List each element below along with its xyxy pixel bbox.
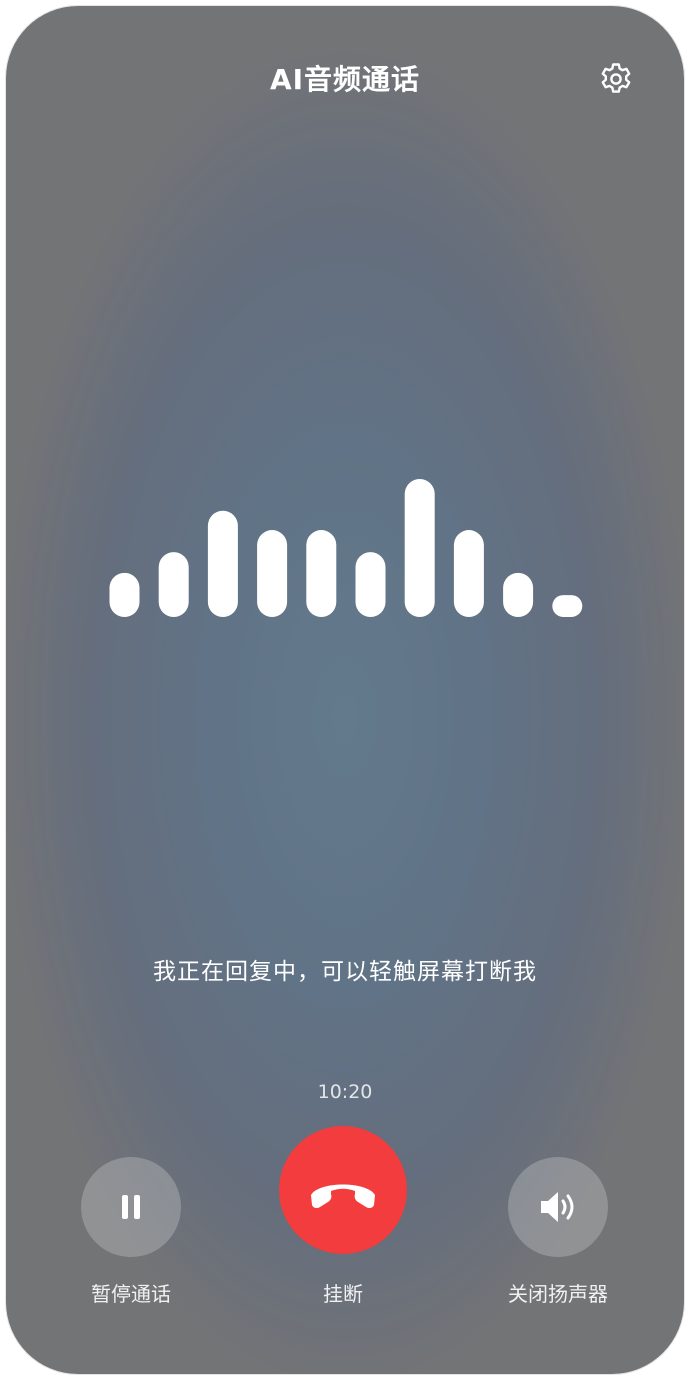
waveform-bar: [453, 530, 484, 617]
waveform-bar: [306, 530, 337, 617]
phone-hangup-icon: [311, 1184, 375, 1209]
status-message[interactable]: 我正在回复中，可以轻触屏幕打断我: [6, 952, 684, 986]
waveform-bar: [207, 510, 238, 617]
pause-icon: [122, 1195, 140, 1219]
hangup-label: 挂断: [323, 1282, 363, 1306]
waveform-bar: [109, 572, 140, 617]
waveform-bar: [552, 595, 583, 617]
speaker-toggle-label: 关闭扬声器: [508, 1282, 608, 1306]
hangup-button[interactable]: [279, 1126, 407, 1254]
speaker-icon: [541, 1192, 574, 1222]
waveform-bar: [158, 552, 189, 617]
pause-call-label: 暂停通话: [91, 1282, 171, 1306]
waveform-bar: [257, 530, 288, 617]
waveform-bar: [355, 552, 386, 617]
call-screen[interactable]: AI音频通话 我正在回复中，可以轻触屏幕打断我 10:20 暂停通话 挂断 关闭…: [6, 6, 684, 1374]
pause-call-button[interactable]: [81, 1157, 181, 1257]
call-timer: 10:20: [317, 1081, 373, 1103]
speaker-toggle-button[interactable]: [508, 1157, 608, 1257]
waveform-bar: [503, 572, 534, 617]
waveform-bar: [404, 479, 435, 617]
